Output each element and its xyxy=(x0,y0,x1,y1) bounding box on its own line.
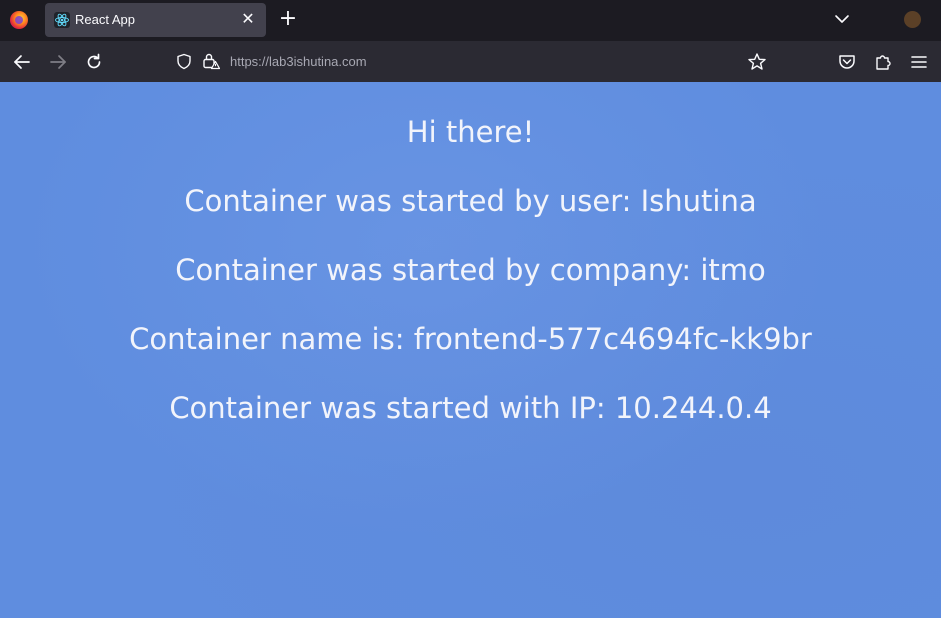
tracking-protection-shield-icon[interactable] xyxy=(176,53,192,70)
container-company-text: Container was started by company: itmo xyxy=(175,253,766,287)
url-text[interactable]: https://lab3ishutina.com xyxy=(230,54,367,69)
reload-icon[interactable] xyxy=(84,52,104,72)
container-user-text: Container was started by user: Ishutina xyxy=(184,184,757,218)
greeting-text: Hi there! xyxy=(406,115,535,149)
profile-avatar[interactable] xyxy=(904,11,921,28)
forward-arrow-icon[interactable] xyxy=(48,52,68,72)
lock-warning-icon[interactable] xyxy=(202,52,220,70)
back-arrow-icon[interactable] xyxy=(12,52,32,72)
extensions-puzzle-icon[interactable] xyxy=(873,52,893,72)
pocket-icon[interactable] xyxy=(837,52,857,72)
address-bar[interactable]: https://lab3ishutina.com xyxy=(170,46,730,77)
react-favicon-icon xyxy=(54,12,70,28)
tab-bar: React App ✕ + xyxy=(0,0,941,41)
container-name-text: Container name is: frontend-577c4694fc-k… xyxy=(129,322,812,356)
page-content: Hi there! Container was started by user:… xyxy=(0,82,941,618)
tab-close-icon[interactable]: ✕ xyxy=(240,11,256,27)
tab-react-app[interactable]: React App ✕ xyxy=(45,3,266,37)
chevron-down-icon[interactable] xyxy=(834,12,850,26)
hamburger-menu-icon[interactable] xyxy=(909,52,929,72)
firefox-logo-icon[interactable] xyxy=(10,11,28,29)
bookmark-star-icon[interactable] xyxy=(747,52,767,72)
tab-title: React App xyxy=(75,12,135,27)
new-tab-button[interactable]: + xyxy=(278,8,298,30)
container-ip-text: Container was started with IP: 10.244.0.… xyxy=(169,391,772,425)
navigation-toolbar: https://lab3ishutina.com xyxy=(0,41,941,82)
